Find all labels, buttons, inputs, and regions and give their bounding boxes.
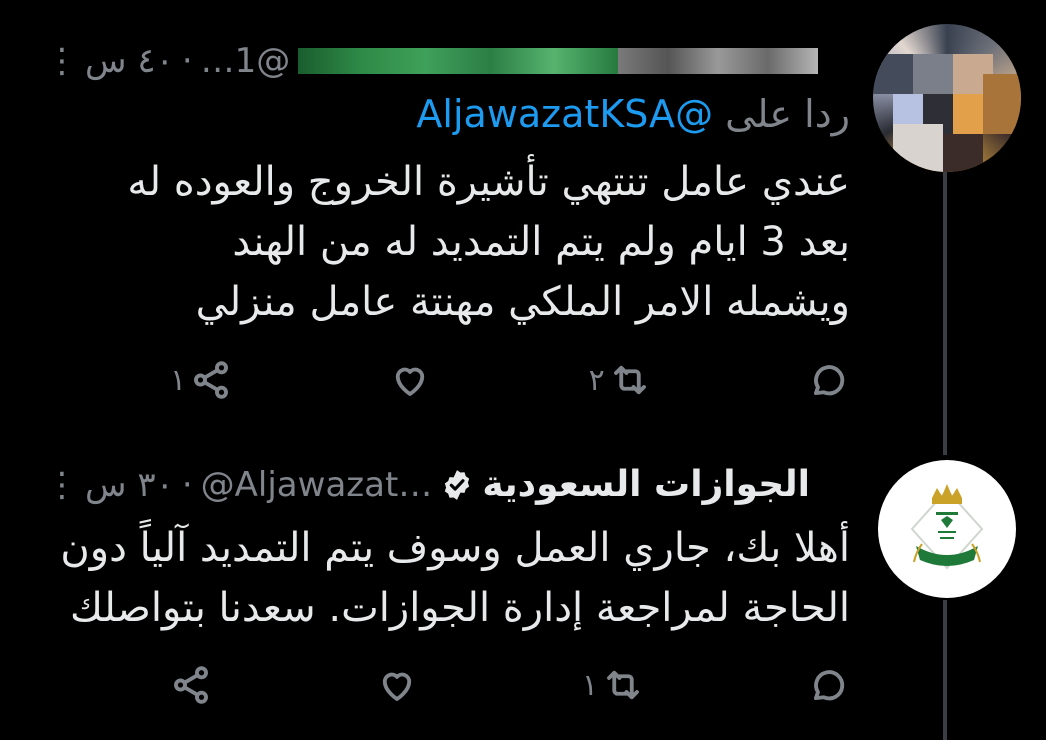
retweet-button[interactable]: ١: [582, 664, 644, 706]
separator-dot: ·: [181, 464, 193, 505]
jawazat-logo: [910, 484, 984, 570]
retweet-icon: [607, 670, 639, 700]
share-count: ١: [170, 362, 187, 398]
reply-icon: [813, 670, 845, 701]
retweet-icon: [613, 365, 646, 395]
retweet-count: ١: [581, 667, 599, 703]
tweet2-header: ⋮ ٣٠ س · @Aljawazat… الجوازات السعودية: [45, 464, 810, 505]
retweet-count: ٢: [588, 362, 605, 398]
reply-button[interactable]: [808, 664, 850, 706]
tweet-line: بعد 3 ايام ولم يتم التمديد له من الهند: [232, 219, 850, 265]
tweet-handle[interactable]: …1@: [201, 41, 291, 81]
tweet2-body: أهلا بك، جاري العمل وسوف يتم التمديد آلي…: [60, 518, 850, 638]
reply-prefix: ردا على: [725, 92, 850, 136]
retweet-button[interactable]: ٢: [589, 359, 651, 401]
share-icon: [194, 361, 229, 399]
tweet2-actions: ١: [170, 660, 850, 710]
share-icon: [174, 666, 208, 704]
thread-line-bottom: [943, 600, 947, 740]
tweet-line: ويشمله الامر الملكي مهنتة عامل منزلي: [195, 279, 850, 325]
thread-line-top: [943, 172, 947, 455]
share-button[interactable]: [170, 664, 212, 706]
reply-handle-link[interactable]: @AljawazatKSA: [416, 92, 713, 136]
separator-dot: ·: [181, 41, 193, 81]
avatar-jawazat-logo[interactable]: [878, 460, 1016, 598]
like-button[interactable]: [376, 664, 418, 706]
reply-button[interactable]: [808, 359, 850, 401]
tweet-line: الحاجة لمراجعة إدارة الجوازات. سعدنا بتو…: [69, 585, 850, 631]
tweet1-actions: ١ ٢: [170, 355, 850, 405]
tweet-handle[interactable]: @Aljawazat…: [201, 465, 433, 505]
tweet-time: ٣٠ س: [85, 464, 174, 505]
avatar[interactable]: [873, 24, 1021, 172]
display-name[interactable]: الجوازات السعودية: [482, 464, 810, 505]
tweet-time: ٤٠ س: [85, 41, 174, 81]
like-button[interactable]: [389, 359, 431, 401]
verified-badge-icon: [445, 469, 470, 500]
tweet-line: عندي عامل تنتهي تأشيرة الخروج والعوده له: [127, 159, 850, 205]
more-options-icon[interactable]: ⋮: [45, 465, 79, 505]
heart-icon: [382, 672, 412, 701]
reply-icon: [813, 365, 845, 396]
replying-to: ردا على @AljawazatKSA: [416, 92, 850, 136]
display-name-redacted[interactable]: [298, 38, 819, 84]
share-button[interactable]: ١: [170, 359, 232, 401]
tweet-line: أهلا بك، جاري العمل وسوف يتم التمديد آلي…: [60, 525, 850, 571]
tweet1-body: عندي عامل تنتهي تأشيرة الخروج والعوده له…: [127, 152, 850, 332]
heart-icon: [396, 367, 425, 396]
tweet1-header: ⋮ ٤٠ س · …1@: [45, 38, 819, 84]
more-options-icon[interactable]: ⋮: [45, 41, 79, 81]
